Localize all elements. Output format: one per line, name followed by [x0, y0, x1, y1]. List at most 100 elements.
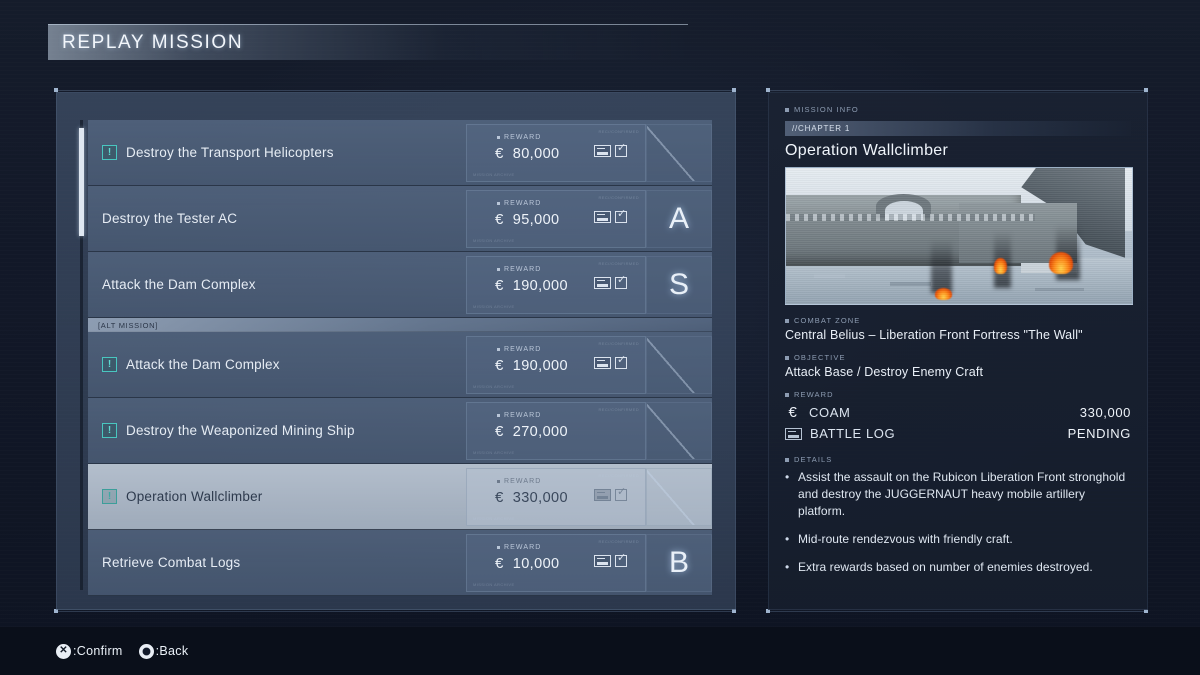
- battle-log-icon: [594, 276, 611, 289]
- mission-reward-cell: REWARD €190,000 MISSION ARCHIVE REC//CONFIR…: [466, 255, 646, 314]
- mission-rank-cell: [646, 335, 712, 394]
- reward-label: REWARD: [497, 266, 541, 273]
- reward-label-text: REWARD: [504, 543, 542, 551]
- decorative-microtext: MISSION ARCHIVE: [473, 449, 515, 455]
- bullet-icon: •: [785, 470, 790, 484]
- bullet-icon: •: [785, 560, 790, 575]
- mission-name-cell: Retrieve Combat Logs: [88, 530, 466, 595]
- reward-amount: €95,000: [495, 211, 560, 228]
- detail-item: • Mid-route rendezvous with friendly craf…: [785, 531, 1131, 548]
- euro-icon: €: [495, 422, 504, 440]
- reward-label: REWARD: [497, 346, 541, 353]
- reward-amount: €80,000: [495, 145, 560, 162]
- battle-log-status: [594, 275, 627, 289]
- battle-log-status: [594, 487, 627, 501]
- mission-row[interactable]: ! Attack the Dam Complex REWARD €190,000 MIS…: [88, 332, 712, 398]
- euro-icon: €: [495, 488, 504, 506]
- decorative-microtext: REC//CONFIRMED: [598, 406, 639, 412]
- mission-name-cell: ! Operation Wallclimber: [88, 464, 466, 529]
- reward-label: REWARD: [497, 134, 541, 141]
- reward-amount: €10,000: [495, 555, 560, 572]
- bullet-icon: [497, 347, 500, 351]
- mission-reward-cell: REWARD €95,000 MISSION ARCHIVE REC//CONFIRM…: [466, 189, 646, 248]
- mission-name-cell: ! Attack the Dam Complex: [88, 332, 466, 397]
- alt-mission-label-text: [ALT MISSION]: [98, 320, 159, 330]
- combat-zone-label: COMBAT ZONE: [785, 316, 1131, 325]
- button-prompt[interactable]: ✕:Confirm: [56, 643, 123, 659]
- right-panel-bottom-rule: [768, 611, 1148, 612]
- cross-button-icon: ✕: [56, 643, 71, 659]
- decorative-microtext: MISSION ARCHIVE: [473, 515, 515, 521]
- reward-amount: €190,000: [495, 357, 568, 374]
- reward-label-text: REWARD: [794, 390, 834, 399]
- mission-reward-cell: REWARD €10,000 MISSION ARCHIVE REC//CONFIRM…: [466, 533, 646, 592]
- info-reward-row: BATTLE LOG PENDING: [785, 423, 1131, 444]
- reward-label: REWARD: [497, 544, 541, 551]
- reward-label: REWARD: [497, 200, 541, 207]
- mission-name: Destroy the Transport Helicopters: [126, 145, 334, 160]
- decorative-microtext: REC//CONFIRMED: [598, 128, 639, 134]
- euro-icon: €: [788, 404, 798, 421]
- combat-zone-value: Central Belius – Liberation Front Fortre…: [785, 328, 1083, 342]
- page-title: REPLAY MISSION: [62, 31, 244, 53]
- mission-info-label-text: MISSION INFO: [794, 105, 859, 114]
- mission-name-cell: Attack the Dam Complex: [88, 252, 466, 317]
- battle-log-icon: [594, 356, 611, 369]
- battle-log-icon: [594, 144, 611, 157]
- details-label-text: DETAILS: [794, 455, 833, 464]
- battle-log-status: [594, 553, 627, 567]
- reward-amount: €270,000: [495, 423, 568, 440]
- mission-name: Attack the Dam Complex: [126, 357, 280, 372]
- mission-row[interactable]: ! Destroy the Weaponized Mining Ship REWAR…: [88, 398, 712, 464]
- reward-rows: € COAM 330,000 BATTLE LOG PENDING: [785, 402, 1131, 444]
- glyph-text: ✕: [59, 645, 68, 656]
- rank-empty-slash-icon: [647, 468, 711, 525]
- reward-block: REWARD € COAM 330,000 BATTLE LOG PENDING: [785, 390, 1131, 444]
- mission-name: Retrieve Combat Logs: [102, 555, 241, 570]
- info-reward-name: BATTLE LOG: [810, 426, 896, 441]
- info-reward-row: € COAM 330,000: [785, 402, 1131, 423]
- button-prompt[interactable]: :Back: [138, 643, 189, 659]
- reward-label-text: REWARD: [504, 345, 542, 353]
- alert-icon: !: [102, 145, 117, 160]
- mission-row[interactable]: Attack the Dam Complex REWARD €190,000 MISS…: [88, 252, 712, 318]
- euro-icon: €: [495, 276, 504, 294]
- checkbox-checked-icon: [615, 275, 627, 289]
- mission-reward-cell: REWARD €270,000 MISSION ARCHIVE REC//CONFIR…: [466, 401, 646, 460]
- reward-value: 10,000: [512, 555, 560, 572]
- battle-log-status: [594, 355, 627, 369]
- checkbox-checked-icon: [615, 487, 627, 501]
- objective-label-text: OBJECTIVE: [794, 353, 846, 362]
- euro-icon: €: [495, 554, 504, 572]
- mission-list-scrollbar-thumb[interactable]: [79, 128, 84, 236]
- left-panel-bottom-rule: [56, 611, 736, 612]
- right-panel-top-rule: [768, 90, 1148, 91]
- decorative-microtext: MISSION ARCHIVE: [473, 171, 515, 177]
- screen-header: REPLAY MISSION: [48, 24, 688, 60]
- mission-rank: B: [668, 545, 689, 579]
- bullet-icon: [785, 107, 789, 112]
- mission-rank-cell: [646, 401, 712, 460]
- bullet-icon: [785, 457, 789, 462]
- info-reward-value: 330,000: [1079, 405, 1131, 420]
- reward-value: 190,000: [512, 357, 568, 374]
- chapter-badge: //CHAPTER 1: [785, 121, 1131, 136]
- mission-row[interactable]: Retrieve Combat Logs REWARD €10,000 MISSION…: [88, 530, 712, 596]
- mission-name-cell: ! Destroy the Weaponized Mining Ship: [88, 398, 466, 463]
- bullet-icon: [497, 479, 500, 483]
- combat-zone-block: COMBAT ZONE Central Belius – Liberation …: [785, 316, 1131, 342]
- battle-log-status: [594, 143, 627, 157]
- mission-row[interactable]: ! Operation Wallclimber REWARD €330,000 MISS…: [88, 464, 712, 530]
- bullet-icon: [497, 413, 500, 417]
- mission-info-label: MISSION INFO: [785, 105, 1131, 114]
- chapter-text: //CHAPTER 1: [792, 124, 851, 133]
- left-panel-top-rule: [56, 90, 736, 91]
- checkbox-checked-icon: [615, 209, 627, 223]
- mission-rank: A: [668, 201, 689, 235]
- mission-rank: S: [668, 267, 689, 301]
- mission-reward-cell: REWARD €330,000 MISSION ARCHIVE REC//CONFIR…: [466, 467, 646, 526]
- mission-row[interactable]: ! Destroy the Transport Helicopters REWARD…: [88, 120, 712, 186]
- bullet-icon: [497, 201, 500, 205]
- mission-row[interactable]: Destroy the Tester AC REWARD €95,000 MISSIO…: [88, 186, 712, 252]
- decorative-microtext: REC//CONFIRMED: [598, 194, 639, 200]
